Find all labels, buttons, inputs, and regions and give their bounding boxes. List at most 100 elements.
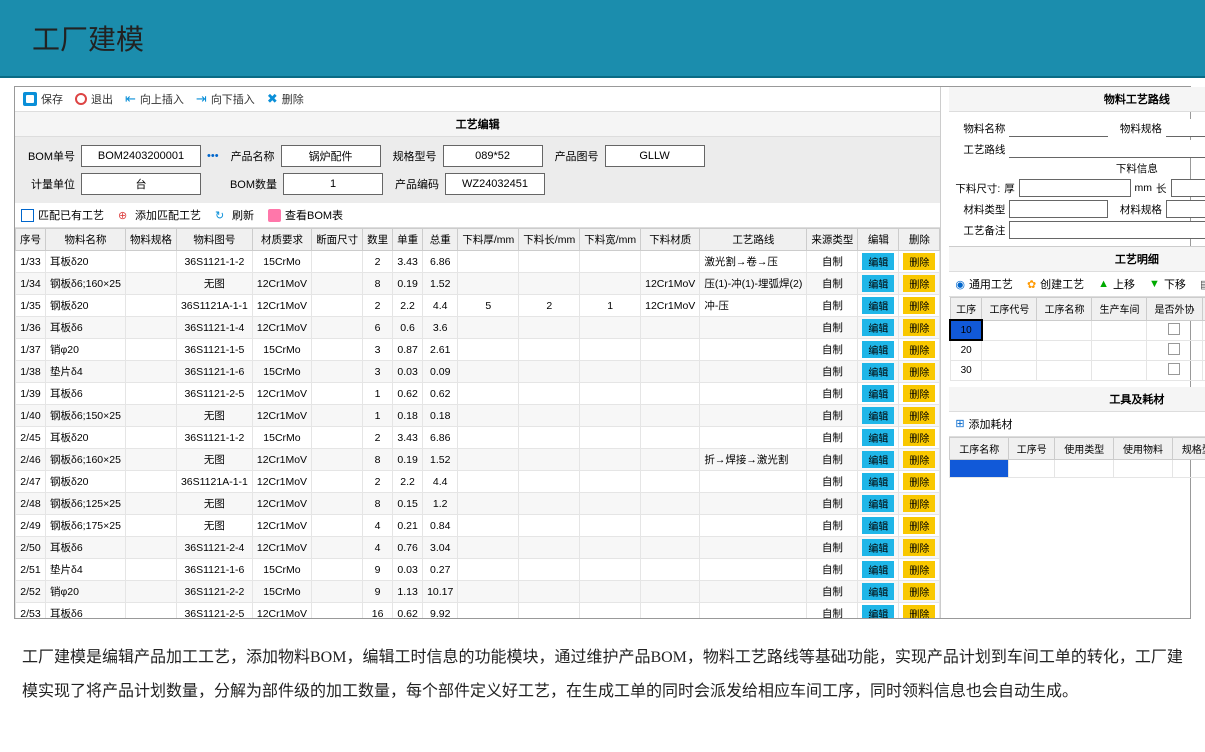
grid-header[interactable]: 单重 [393, 229, 423, 251]
bom-qty-input[interactable] [283, 173, 383, 195]
edit-row-button[interactable]: 编辑 [862, 473, 894, 490]
edit-row-button[interactable]: 编辑 [862, 517, 894, 534]
checkbox[interactable] [1168, 363, 1180, 375]
move-down-button[interactable]: ▼下移 [1149, 276, 1186, 292]
grid-header[interactable]: 序号 [16, 229, 46, 251]
edit-row-button[interactable]: 编辑 [862, 495, 894, 512]
edit-row-button[interactable]: 编辑 [862, 451, 894, 468]
grid-header[interactable]: 工序 [950, 298, 982, 321]
table-row[interactable]: 1/38垫片δ436S1121-1-615CrMo30.030.09自制编辑删除 [16, 361, 940, 383]
insert-down-button[interactable]: ⇥向下插入 [196, 91, 255, 107]
edit-row-button[interactable]: 编辑 [862, 429, 894, 446]
grid-header[interactable]: 工序名称 [1037, 298, 1092, 321]
delete-row-button[interactable]: 删除 [903, 473, 935, 490]
grid-header[interactable]: 工序号 [1009, 437, 1055, 459]
edit-row-button[interactable]: 编辑 [862, 297, 894, 314]
delete-row-button[interactable]: 删除 [903, 429, 935, 446]
save-button[interactable]: 保存 [23, 91, 63, 107]
move-up-button[interactable]: ▲上移 [1098, 276, 1135, 292]
grid-header[interactable]: 使用类型 [1055, 437, 1114, 459]
table-row[interactable]: 2/49钢板δ6;175×25无图12Cr1MoV40.210.84自制编辑删除 [16, 515, 940, 537]
len-input[interactable] [1171, 179, 1205, 197]
grid-header[interactable]: 数里 [363, 229, 393, 251]
delete-row-button[interactable]: 删除 [903, 385, 935, 402]
table-row[interactable]: 2/47钢板δ2036S1121A-1-112Cr1MoV22.24.4自制编辑… [16, 471, 940, 493]
table-row[interactable]: 2/46钢板δ6;160×25无图12Cr1MoV80.191.52折→焊接→激… [16, 449, 940, 471]
unit-input[interactable] [81, 173, 201, 195]
grid-header[interactable]: 物料名称 [46, 229, 126, 251]
grid-header[interactable]: 编辑 [858, 229, 899, 251]
table-row[interactable]: 1/37销φ2036S1121-1-515CrMo30.872.61自制编辑删除 [16, 339, 940, 361]
create-process-button[interactable]: ✿创建工艺 [1027, 276, 1084, 292]
bom-lookup-icon[interactable]: ••• [207, 150, 219, 162]
checkbox[interactable] [1168, 343, 1180, 355]
table-row[interactable]: 2/53耳板δ636S1121-2-512Cr1MoV160.629.92自制编… [16, 603, 940, 619]
table-row[interactable]: 1/40钢板δ6;150×25无图12Cr1MoV10.180.18自制编辑删除 [16, 405, 940, 427]
edit-row-button[interactable]: 编辑 [862, 253, 894, 270]
route-input[interactable] [1009, 140, 1205, 158]
grid-header[interactable]: 是否外协 [1147, 298, 1202, 321]
mat-spec-input[interactable] [1166, 119, 1205, 137]
edit-row-button[interactable]: 编辑 [862, 319, 894, 336]
bom-grid-scroll[interactable]: 序号物料名称物料规格物料图号材质要求断面尺寸数里单重总重下料厚/mm下料长/mm… [15, 228, 940, 618]
edit-process-button[interactable]: ▤修改工艺 [1200, 276, 1205, 292]
table-row[interactable]: 2/50耳板δ636S1121-2-412Cr1MoV40.763.04自制编辑… [16, 537, 940, 559]
grid-header[interactable]: 使用物料 [1114, 437, 1173, 459]
table-row[interactable]: 1/33耳板δ2036S1121-1-215CrMo23.436.86激光割→卷… [16, 251, 940, 273]
delete-row-button[interactable]: 删除 [903, 583, 935, 600]
delete-row-button[interactable]: 删除 [903, 275, 935, 292]
table-row[interactable]: 2/48钢板δ6;125×25无图12Cr1MoV80.151.2自制编辑删除 [16, 493, 940, 515]
table-row[interactable]: 1/34钢板δ6;160×25无图12Cr1MoV80.191.5212Cr1M… [16, 273, 940, 295]
grid-header[interactable]: 断面尺寸 [312, 229, 363, 251]
mattype-input[interactable] [1009, 200, 1108, 218]
grid-header[interactable]: 生产车间 [1092, 298, 1147, 321]
grid-header[interactable]: 物料规格 [125, 229, 176, 251]
prod-code-input[interactable] [445, 173, 545, 195]
bom-no-input[interactable] [81, 145, 201, 167]
grid-header[interactable]: 下料宽/mm [580, 229, 641, 251]
add-match-button[interactable]: ⊕添加匹配工艺 [118, 207, 201, 223]
grid-header[interactable]: 下料材质 [641, 229, 700, 251]
exit-button[interactable]: 退出 [75, 91, 113, 107]
delete-row-button[interactable]: 删除 [903, 539, 935, 556]
thick-input[interactable] [1019, 179, 1131, 197]
mat-name-input[interactable] [1009, 119, 1108, 137]
edit-row-button[interactable]: 编辑 [862, 341, 894, 358]
table-row[interactable]: 2/52销φ2036S1121-2-215CrMo91.1310.17自制编辑删… [16, 581, 940, 603]
grid-header[interactable]: 下料长/mm [519, 229, 580, 251]
delete-row-button[interactable]: 删除 [903, 363, 935, 380]
table-row[interactable]: 10 [950, 320, 1205, 340]
table-row[interactable]: 30 [950, 360, 1205, 380]
grid-header[interactable]: 总重 [423, 229, 458, 251]
edit-row-button[interactable]: 编辑 [862, 583, 894, 600]
grid-header[interactable]: 物料图号 [176, 229, 252, 251]
match-process-button[interactable]: 匹配已有工艺 [21, 207, 104, 223]
delete-row-button[interactable]: 删除 [903, 495, 935, 512]
matspec-input[interactable] [1166, 200, 1205, 218]
checkbox[interactable] [1168, 323, 1180, 335]
edit-row-button[interactable]: 编辑 [862, 605, 894, 618]
delete-row-button[interactable]: 删除 [903, 297, 935, 314]
delete-row-button[interactable]: 删除 [903, 451, 935, 468]
table-row[interactable]: 2/51垫片δ436S1121-1-615CrMo90.030.27自制编辑删除 [16, 559, 940, 581]
delete-row-button[interactable]: 删除 [903, 517, 935, 534]
delete-button[interactable]: ✖删除 [267, 91, 304, 107]
table-row[interactable] [950, 459, 1205, 477]
edit-row-button[interactable]: 编辑 [862, 561, 894, 578]
delete-row-button[interactable]: 删除 [903, 253, 935, 270]
delete-row-button[interactable]: 删除 [903, 319, 935, 336]
table-row[interactable]: 1/35钢板δ2036S1121A-1-112Cr1MoV22.24.45211… [16, 295, 940, 317]
edit-row-button[interactable]: 编辑 [862, 385, 894, 402]
refresh-button[interactable]: ↻刷新 [215, 207, 254, 223]
common-process-button[interactable]: ◉通用工艺 [955, 276, 1013, 292]
edit-row-button[interactable]: 编辑 [862, 275, 894, 292]
remark-input[interactable] [1009, 221, 1205, 239]
view-bom-button[interactable]: 查看BOM表 [268, 207, 343, 223]
edit-row-button[interactable]: 编辑 [862, 407, 894, 424]
delete-row-button[interactable]: 删除 [903, 341, 935, 358]
insert-up-button[interactable]: ⇤向上插入 [125, 91, 184, 107]
grid-header[interactable]: 工序名称 [950, 437, 1009, 459]
edit-row-button[interactable]: 编辑 [862, 539, 894, 556]
table-row[interactable]: 20 [950, 340, 1205, 360]
table-row[interactable]: 1/39耳板δ636S1121-2-512Cr1MoV10.620.62自制编辑… [16, 383, 940, 405]
